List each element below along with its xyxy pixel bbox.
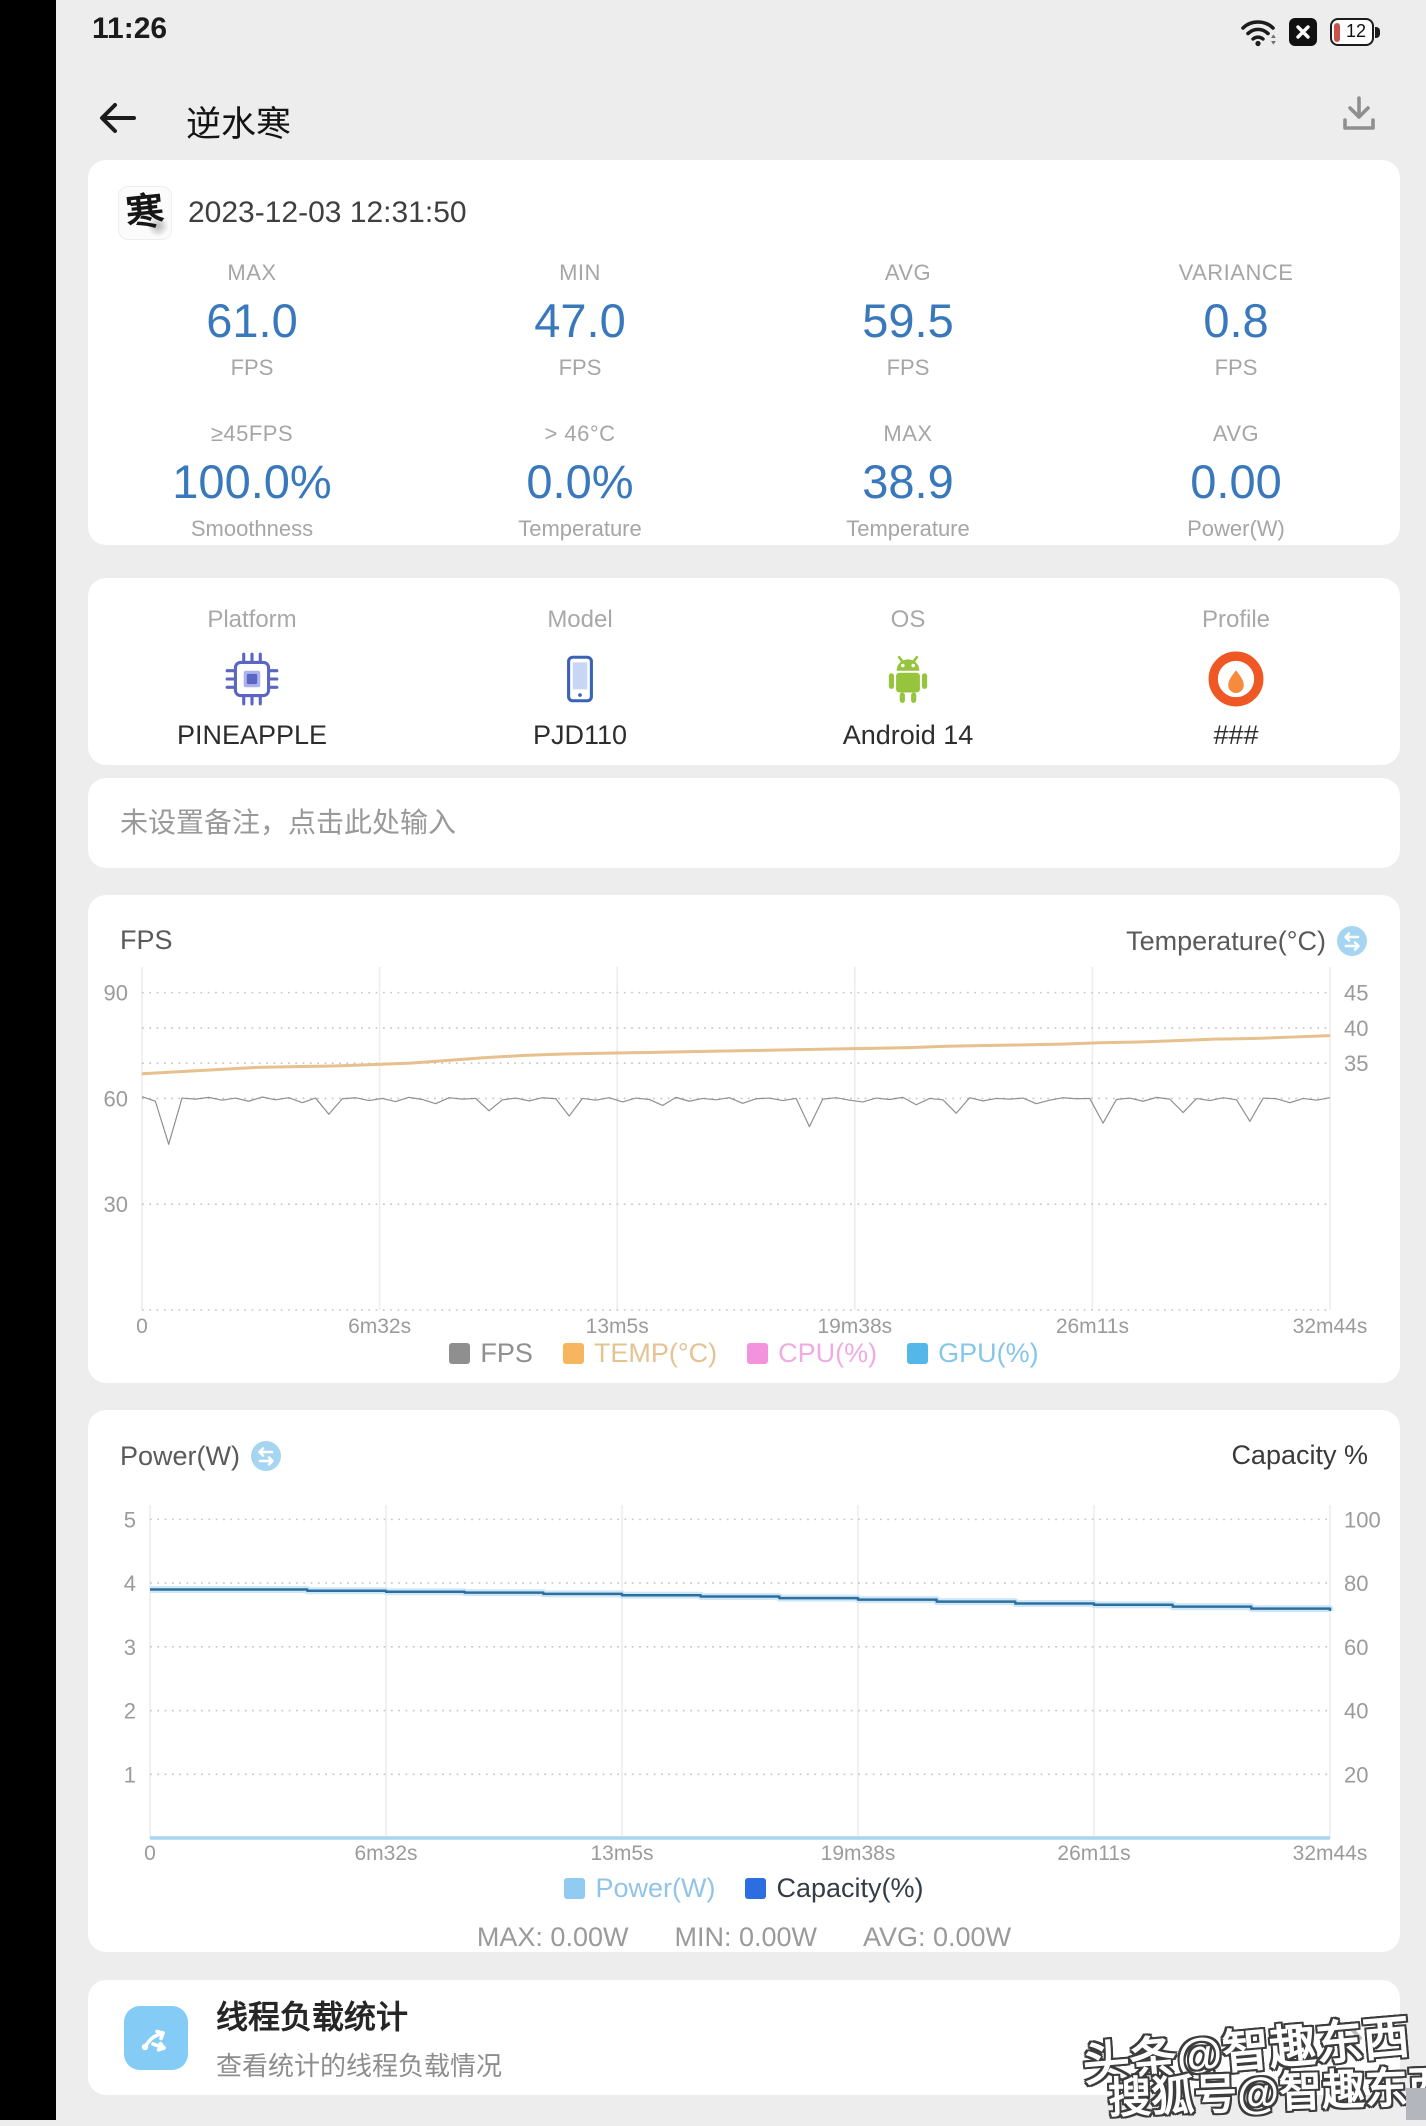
swap-axis-icon[interactable]	[250, 1440, 282, 1472]
svg-text:6m32s: 6m32s	[354, 1842, 417, 1865]
wifi-icon	[1241, 20, 1276, 47]
legend-label: TEMP(°C)	[593, 1337, 718, 1368]
thread-share-icon	[124, 2005, 188, 2070]
chip-icon	[225, 652, 279, 706]
screen-edge-strip	[0, 0, 56, 2120]
power-max: MAX: 0.00W	[476, 1922, 629, 1952]
status-icons: 12	[1240, 16, 1382, 48]
phone-icon	[567, 655, 593, 703]
download-icon	[1343, 96, 1375, 130]
stat-avg-fps: AVG 59.5 FPS	[862, 260, 954, 380]
svg-text:35: 35	[1344, 1051, 1368, 1076]
legend-item: GPU(%)	[907, 1338, 1039, 1369]
legend-item: TEMP(°C)	[562, 1337, 718, 1369]
stat-over-temp: > 46°C 0.0% Temperature	[518, 421, 642, 541]
legend-swatch	[449, 1342, 471, 1364]
back-button[interactable]	[96, 98, 140, 138]
svg-text:80: 80	[1344, 1571, 1368, 1596]
svg-text:100: 100	[1344, 1507, 1381, 1532]
power-chart-legend: Power(W) Capacity(%)	[88, 1872, 1400, 1904]
stat-max-temp: MAX 38.9 Temperature	[846, 421, 970, 541]
back-arrow-icon	[100, 103, 136, 133]
svg-text:60: 60	[1344, 1635, 1368, 1660]
svg-text:32m44s: 32m44s	[1293, 1842, 1368, 1865]
power-stats-row: MAX: 0.00W MIN: 0.00W AVG: 0.00W	[88, 1922, 1400, 1952]
legend-label: FPS	[480, 1337, 533, 1368]
page-title: 逆水寒	[186, 105, 292, 144]
svg-text:30: 30	[104, 1192, 128, 1217]
watermark-line2: 搜狐号@智趣东西	[1107, 2063, 1426, 2123]
device-platform: Platform PINEAPPLE	[176, 606, 328, 750]
legend-swatch	[745, 1877, 767, 1899]
status-time: 11:26	[92, 12, 168, 45]
note-placeholder: 未设置备注，点击此处输入	[120, 807, 457, 838]
power-min: MIN: 0.00W	[674, 1922, 817, 1952]
game-icon: 寒	[118, 186, 172, 240]
svg-text:90: 90	[104, 981, 128, 1006]
power-chart-left-title: Power(W)	[120, 1440, 240, 1471]
swap-axis-icon[interactable]	[1336, 925, 1368, 957]
svg-text:19m38s: 19m38s	[821, 1842, 896, 1865]
svg-text:26m11s: 26m11s	[1057, 1842, 1130, 1865]
android-icon	[888, 655, 928, 703]
svg-text:0: 0	[144, 1842, 156, 1865]
fps-temperature-chart: 0 6m32s 13m5s 19m38s 26m11s 32m44s90 454035603…	[104, 967, 1368, 1338]
summary-card: 寒 2023-12-03 12:31:50 MAX 61.0 FPS MIN 47.0…	[88, 160, 1400, 545]
thread-card-title: 线程负载统计	[216, 1999, 409, 2035]
power-avg: AVG: 0.00W	[863, 1922, 1012, 1952]
power-chart-card: 0 6m32s 13m5s 19m38s 26m11s 32m44s 5 100 4 80 3 60 2…	[88, 1410, 1400, 1952]
legend-label: CPU(%)	[778, 1337, 878, 1368]
svg-text:4: 4	[124, 1571, 136, 1596]
fps-chart-legend: FPS TEMP(°C) CPU(%) GPU(%)	[88, 1335, 1400, 1371]
profile-icon	[1208, 651, 1264, 707]
svg-text:1: 1	[124, 1762, 136, 1787]
stat-avg-power: AVG 0.00 Power(W)	[1187, 421, 1285, 541]
legend-item: CPU(%)	[747, 1338, 877, 1369]
device-profile: Profile ###	[1201, 606, 1271, 750]
stat-max-fps: MAX 61.0 FPS	[206, 260, 298, 380]
battery-icon: 12	[1330, 18, 1382, 46]
legend-swatch	[564, 1877, 586, 1899]
record-timestamp: 2023-12-03 12:31:50	[188, 196, 467, 229]
fps-chart-card: 0 6m32s 13m5s 19m38s 26m11s 32m44s 90 45 40 35 60 3…	[88, 895, 1400, 1383]
legend-label: Power(W)	[595, 1872, 716, 1903]
svg-text:60: 60	[104, 1086, 128, 1111]
device-model: Model PJD110	[532, 606, 628, 750]
power-chart-right-title: Capacity %	[1231, 1440, 1368, 1470]
svg-text:5: 5	[124, 1507, 136, 1532]
power-capacity-chart: 0 6m32s 13m5s 19m38s 26m11s 32m44s 5 100 4 80 3 60 2…	[124, 1505, 1381, 1865]
note-input-card[interactable]: 未设置备注，点击此处输入	[88, 778, 1400, 868]
legend-swatch	[907, 1342, 929, 1364]
svg-text:40: 40	[1344, 1699, 1368, 1724]
thread-card-subtitle: 查看统计的线程负载情况	[216, 2051, 503, 2081]
svg-text:40: 40	[1344, 1016, 1368, 1041]
legend-item: Capacity(%)	[745, 1872, 924, 1904]
legend-item: FPS	[449, 1338, 533, 1369]
legend-swatch	[562, 1342, 584, 1364]
sim-missing-icon	[1289, 18, 1317, 46]
stat-smoothness: ≥45FPS 100.0% Smoothness	[172, 421, 332, 541]
svg-text:13m5s: 13m5s	[590, 1842, 653, 1865]
device-card: Platform PINEAPPLE Model PJD110 OS Andro…	[88, 578, 1400, 765]
svg-text:3: 3	[124, 1635, 136, 1660]
device-os: OS Android 14	[842, 606, 974, 750]
stats-grid: MAX 61.0 FPS MIN 47.0 FPS AVG 59.5 FPS VARIANC…	[88, 260, 1400, 542]
stat-variance-fps: VARIANCE 0.8 FPS	[1178, 260, 1294, 380]
svg-text:2: 2	[124, 1699, 136, 1724]
fps-chart-left-title: FPS	[120, 925, 173, 955]
svg-text:45: 45	[1344, 981, 1368, 1006]
svg-text:20: 20	[1344, 1762, 1368, 1787]
legend-label: GPU(%)	[938, 1337, 1039, 1368]
legend-label: Capacity(%)	[776, 1872, 924, 1903]
battery-percent: 12	[1345, 20, 1367, 41]
download-button[interactable]	[1338, 92, 1380, 134]
corner-block	[1406, 2088, 1426, 2120]
stat-min-fps: MIN 47.0 FPS	[534, 260, 626, 380]
legend-swatch	[747, 1342, 769, 1364]
legend-item: Power(W)	[564, 1873, 715, 1904]
fps-chart-right-title: Temperature(°C)	[1126, 925, 1326, 956]
